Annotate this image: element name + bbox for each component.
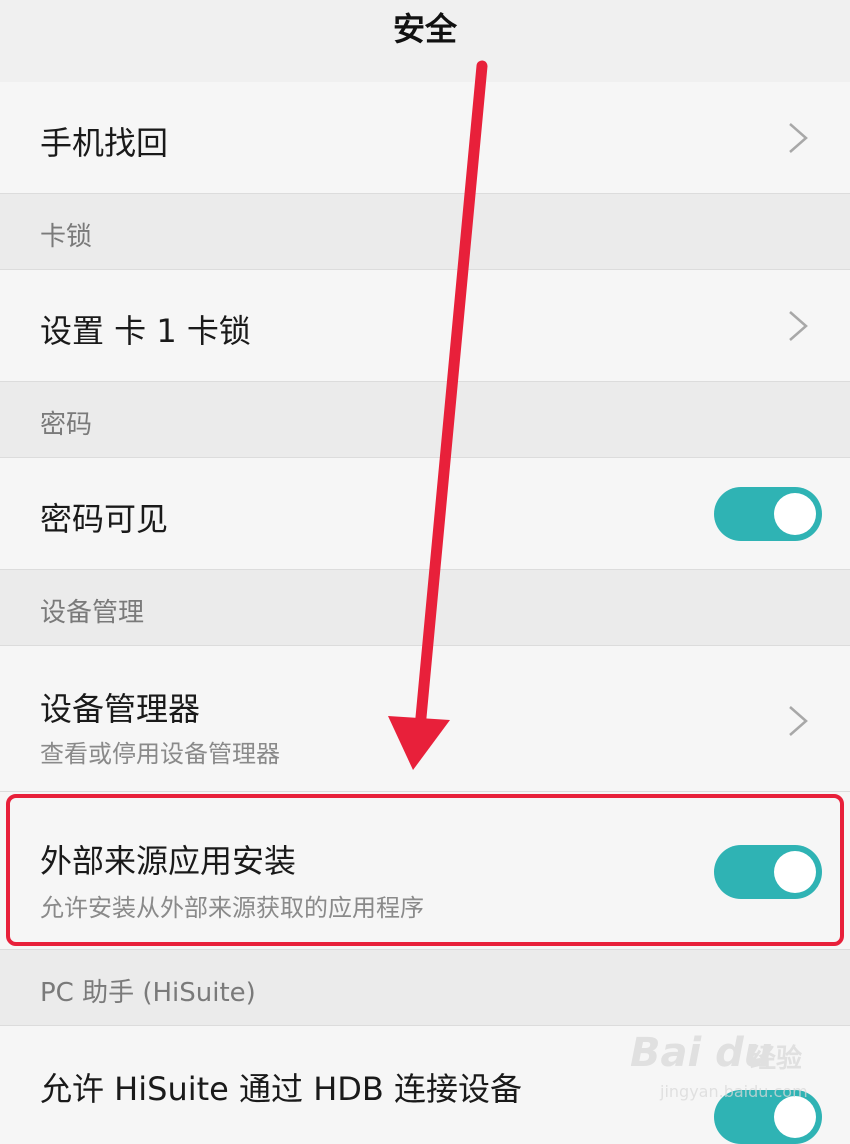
unknown-sources-label: 外部来源应用安装 [40, 842, 297, 880]
find-phone-row[interactable]: 手机找回 [0, 82, 850, 194]
watermark-text: 经验 [750, 1044, 803, 1074]
device-admin-subtitle: 查看或停用设备管理器 [40, 740, 280, 768]
section-card-lock: 卡锁 [0, 194, 850, 270]
section-device-management: 设备管理 [0, 570, 850, 646]
section-label: PC 助手 (HiSuite) [40, 978, 256, 1008]
section-label: 设备管理 [40, 598, 145, 628]
page-title: 安全 [392, 10, 457, 48]
section-label: 卡锁 [40, 222, 93, 252]
password-visible-toggle[interactable] [714, 487, 822, 541]
password-visible-label: 密码可见 [40, 500, 169, 538]
unknown-sources-toggle[interactable] [714, 845, 822, 899]
toggle-knob [774, 493, 816, 535]
chevron-right-icon [789, 123, 808, 153]
password-visible-row: 密码可见 [0, 458, 850, 570]
section-pc-assistant: PC 助手 (HiSuite) [0, 950, 850, 1026]
baidu-jingyan-watermark: Bai du 经验 jingyan.baidu.com [630, 1030, 830, 1110]
chevron-right-icon [789, 706, 808, 736]
device-admin-row[interactable]: 设备管理器 查看或停用设备管理器 [0, 646, 850, 792]
hisuite-hdb-label: 允许 HiSuite 通过 HDB 连接设备 [40, 1070, 523, 1108]
top-bar: 安全 [0, 0, 850, 83]
toggle-knob [774, 851, 816, 893]
set-card-lock-row[interactable]: 设置 卡 1 卡锁 [0, 270, 850, 382]
unknown-sources-subtitle: 允许安装从外部来源获取的应用程序 [40, 894, 424, 922]
device-admin-label: 设备管理器 [40, 690, 201, 728]
find-phone-label: 手机找回 [40, 124, 169, 162]
unknown-sources-row: 外部来源应用安装 允许安装从外部来源获取的应用程序 [0, 792, 850, 950]
watermark-url: jingyan.baidu.com [660, 1082, 808, 1101]
chevron-right-icon [789, 311, 808, 341]
section-label: 密码 [40, 410, 93, 440]
set-card-lock-label: 设置 卡 1 卡锁 [40, 312, 251, 350]
section-password: 密码 [0, 382, 850, 458]
